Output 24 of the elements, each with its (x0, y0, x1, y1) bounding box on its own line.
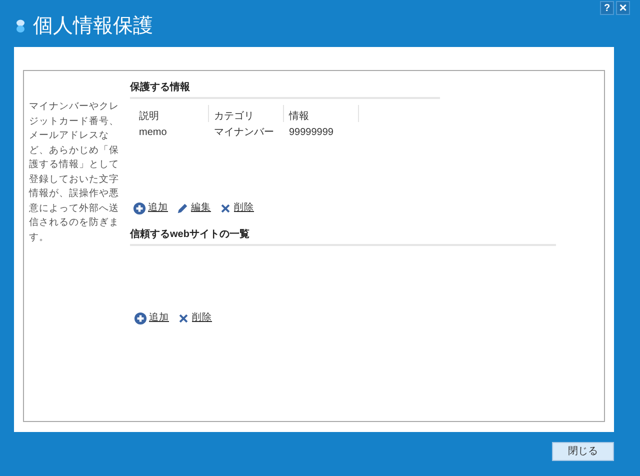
close-button[interactable]: 閉じる (552, 442, 614, 461)
window-title: 個人情報保護 (33, 16, 153, 36)
add-icon (134, 312, 147, 326)
column-header[interactable]: カテゴリ (209, 105, 284, 122)
action-link[interactable]: 削除 (177, 311, 212, 326)
orb-icon (16, 18, 25, 32)
section-heading: 保護する情報 (130, 80, 440, 99)
column-header[interactable]: 説明 (134, 105, 209, 122)
action-link[interactable]: 追加 (134, 311, 169, 326)
delete-icon (177, 312, 190, 326)
table-cell-text: 99999999 (288, 126, 334, 137)
help-button[interactable]: ? (600, 1, 614, 15)
action-link[interactable]: 追加 (133, 201, 168, 216)
action-link[interactable]: 削除 (219, 201, 254, 216)
action-link[interactable]: 編集 (176, 201, 211, 216)
description-text: マイナンバーやクレジットカード番号、メールアドレスなど、あらかじめ「保護する情報」として登録しておいた文字情報が、誤操作や悪意によって外部へ送信されるのを防ぎます。 (28, 100, 120, 244)
pencil-icon (176, 202, 189, 215)
add-icon (133, 202, 146, 215)
section-heading: 信頼するwebサイトの一覧 (130, 227, 556, 246)
table-cell-text: マイナンバー (213, 126, 275, 137)
close-button[interactable]: × (616, 1, 630, 15)
delete-icon (219, 202, 232, 215)
table-cell-text: memo (138, 126, 168, 137)
column-header[interactable]: 情報 (284, 105, 359, 122)
